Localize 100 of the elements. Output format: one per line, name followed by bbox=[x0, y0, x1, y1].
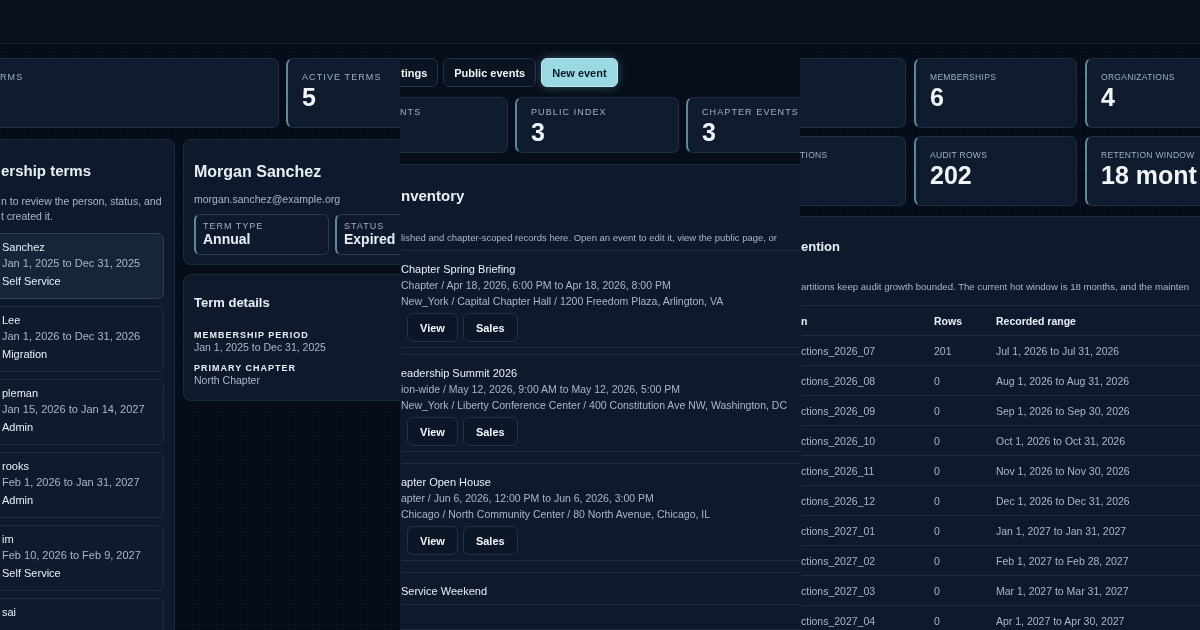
detail-value: Jan 1, 2025 to Dec 31, 2025 bbox=[194, 340, 327, 355]
term-source: Migration bbox=[2, 347, 49, 362]
term-list-item[interactable]: rooks Feb 1, 2026 to Jan 31, 2027 Admin bbox=[0, 452, 164, 518]
toolbar-button[interactable]: New event bbox=[541, 58, 618, 87]
table-cell-text: 0 bbox=[934, 554, 941, 567]
event-venue: New_York / Capital Chapter Hall / 1200 Freedom Plaza, Arlington, VA bbox=[401, 294, 725, 309]
table-cell-text: ctions_2027_04 bbox=[801, 614, 877, 627]
term-list-item[interactable]: Lee Jan 1, 2026 to Dec 31, 2026 Migration bbox=[0, 306, 164, 372]
stat-value: 3 bbox=[531, 117, 546, 147]
table-cell-text: ctions_2027_03 bbox=[801, 584, 877, 597]
toolbar-button[interactable]: tings bbox=[400, 58, 439, 87]
column-header: Rows bbox=[934, 314, 963, 327]
table-cell-text: 0 bbox=[934, 494, 941, 507]
action-button[interactable]: View bbox=[407, 313, 458, 342]
term-period: Jan 15, 2026 to Jan 14, 2027 bbox=[2, 402, 146, 417]
stat-label: ORGANIZATIONS bbox=[1101, 72, 1176, 82]
event-title: eadership Summit 2026 bbox=[401, 366, 519, 381]
term-list-item[interactable]: im Feb 10, 2026 to Feb 9, 2027 Self Service bbox=[0, 525, 164, 591]
detail-value: North Chapter bbox=[194, 373, 261, 388]
table-cell: Dec 1, 2026 to Dec 31, 2026 bbox=[996, 494, 1130, 507]
member-name: Sanchez bbox=[2, 240, 46, 255]
stat-label: CHAPTER EVENTS bbox=[702, 107, 800, 117]
event-schedule: apter / Jun 6, 2026, 12:00 PM to Jun 6, 2026, 3:00 PM bbox=[401, 491, 655, 506]
term-source: Self Service bbox=[2, 566, 62, 581]
toolbar-button[interactable]: Public events bbox=[443, 58, 537, 87]
action-button[interactable]: Sales bbox=[462, 313, 518, 342]
table-cell: Jan 1, 2027 to Jan 31, 2027 bbox=[996, 524, 1127, 537]
event-schedule: ion-wide / May 12, 2026, 9:00 AM to May 12, 2026, 5:00 PM bbox=[401, 382, 681, 397]
table-cell: Sep 1, 2026 to Sep 30, 2026 bbox=[996, 404, 1130, 417]
table-cell: Aug 1, 2026 to Aug 31, 2026 bbox=[996, 374, 1130, 387]
event-venue: New_York / Liberty Conference Center / 400 Constitution Ave NW, Washington, DC bbox=[401, 398, 788, 413]
term-list-item[interactable]: Sanchez Jan 1, 2025 to Dec 31, 2025 Self Service bbox=[0, 233, 164, 299]
table-cell: Jul 1, 2026 to Jul 31, 2026 bbox=[996, 344, 1120, 357]
panel-description: lished and chapter-scoped records here. Open an event to edit it, view the public page, or bbox=[401, 232, 778, 245]
table-cell-text: 0 bbox=[934, 374, 941, 387]
table-cell-text: 0 bbox=[934, 434, 941, 447]
event-schedule: Chapter / Apr 18, 2026, 6:00 PM to Apr 18, 2026, 8:00 PM bbox=[401, 278, 672, 293]
table-cell-text: ctions_2026_11 bbox=[801, 464, 876, 477]
stat-value: 6 bbox=[930, 82, 945, 112]
stat-value: 3 bbox=[702, 117, 717, 147]
detail-label: MEMBERSHIP PERIOD bbox=[194, 330, 310, 340]
member-name-heading: Morgan Sanchez bbox=[194, 162, 323, 181]
tile-label: TERM TYPE bbox=[203, 221, 265, 231]
table-cell-text: 0 bbox=[934, 464, 941, 477]
term-list-item[interactable]: sai bbox=[0, 598, 164, 630]
term-list-item[interactable]: pleman Jan 15, 2026 to Jan 14, 2027 Admin bbox=[0, 379, 164, 445]
term-period: Feb 10, 2026 to Feb 9, 2027 bbox=[2, 548, 142, 563]
table-cell: Nov 1, 2026 to Nov 30, 2026 bbox=[996, 464, 1130, 477]
table-cell-text: ctions_2027_02 bbox=[801, 554, 877, 567]
table-cell: Oct 1, 2026 to Oct 31, 2026 bbox=[996, 434, 1125, 447]
table-cell: Apr 1, 2027 to Apr 30, 2027 bbox=[996, 614, 1125, 627]
event-venue: Chicago / North Community Center / 80 North Avenue, Chicago, IL bbox=[401, 507, 712, 522]
stat-label: ACTIVE TERMS bbox=[302, 72, 383, 82]
term-source: Admin bbox=[2, 493, 35, 508]
stat-value: 18 mont bbox=[1101, 160, 1198, 190]
description-line: n to review the person, status, and bbox=[1, 194, 163, 209]
column-header: Recorded range bbox=[996, 314, 1076, 327]
member-name: sai bbox=[2, 605, 18, 620]
stat-label: MEMBERSHIPS bbox=[930, 72, 998, 82]
panel-title: ention bbox=[801, 239, 841, 254]
table-cell: Feb 1, 2027 to Feb 28, 2027 bbox=[996, 554, 1129, 567]
table-cell-text: ctions_2026_07 bbox=[801, 344, 877, 357]
action-button[interactable]: Sales bbox=[462, 417, 518, 446]
stat-label: RETENTION WINDOW bbox=[1101, 150, 1196, 160]
event-title: Service Weekend bbox=[401, 584, 488, 599]
table-cell: Mar 1, 2027 to Mar 31, 2027 bbox=[996, 584, 1129, 597]
stat-value: 5 bbox=[302, 82, 317, 112]
detail-label: PRIMARY CHAPTER bbox=[194, 363, 297, 373]
panel-title: Term details bbox=[194, 295, 271, 310]
table-cell-text: ctions_2027_01 bbox=[801, 524, 877, 537]
tile-value: Expired bbox=[344, 231, 397, 248]
panel-title: nventory bbox=[401, 187, 466, 205]
term-period: Jan 1, 2026 to Dec 31, 2026 bbox=[2, 329, 142, 344]
action-button[interactable]: View bbox=[407, 526, 458, 555]
member-name: rooks bbox=[2, 459, 30, 474]
event-title: Chapter Spring Briefing bbox=[401, 262, 517, 277]
stat-label: AUDIT ROWS bbox=[930, 150, 989, 160]
term-source: Self Service bbox=[2, 274, 62, 289]
table-cell-text: 0 bbox=[934, 584, 941, 597]
table-cell-text: 201 bbox=[934, 344, 953, 357]
stat-label: PUBLIC INDEX bbox=[531, 107, 608, 117]
table-cell-text: ctions_2026_12 bbox=[801, 494, 877, 507]
panel-title: ership terms bbox=[1, 162, 93, 180]
stat-label: NTS bbox=[400, 107, 423, 117]
description-line: t created it. bbox=[1, 209, 54, 224]
table-cell-text: ctions_2026_10 bbox=[801, 434, 877, 447]
event-title: apter Open House bbox=[401, 475, 492, 490]
table-cell-text: 0 bbox=[934, 524, 941, 537]
action-button[interactable]: View bbox=[407, 417, 458, 446]
stat-label: TIONS bbox=[800, 150, 829, 160]
stat-label: RMS bbox=[0, 72, 25, 82]
table-cell-text: ctions_2026_08 bbox=[801, 374, 877, 387]
stat-value: 202 bbox=[930, 160, 973, 190]
member-name: Lee bbox=[2, 313, 22, 328]
term-period: Jan 1, 2025 to Dec 31, 2025 bbox=[2, 256, 142, 271]
action-button[interactable]: Sales bbox=[462, 526, 518, 555]
stat-value: 4 bbox=[1101, 82, 1116, 112]
column-header: n bbox=[801, 314, 809, 327]
member-email: morgan.sanchez@example.org bbox=[194, 193, 342, 205]
panel-description: artitions keep audit growth bounded. The current hot window is 18 months, and the mainten bbox=[801, 281, 1191, 292]
